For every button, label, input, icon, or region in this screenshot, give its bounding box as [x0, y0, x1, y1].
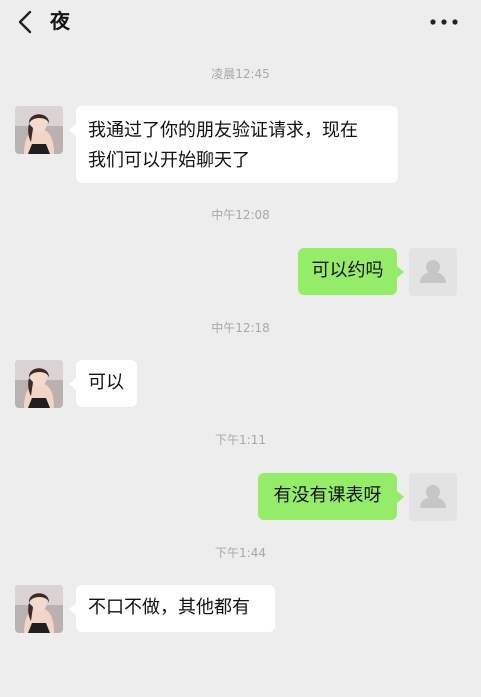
chat-title: 夜 [50, 9, 70, 33]
message-timestamp: 中午12:18 [211, 321, 270, 335]
contact-avatar[interactable] [15, 106, 63, 154]
message-bubble[interactable]: 我通过了你的朋友验证请求，现在 我们可以开始聊天了 [69, 106, 398, 183]
message-text: 不口不做，其他都有 [88, 597, 250, 618]
self-avatar[interactable] [409, 248, 457, 296]
contact-avatar[interactable] [15, 360, 63, 408]
default-user-icon [420, 260, 446, 283]
default-user-icon [420, 485, 446, 508]
chat-header: 夜 [0, 0, 481, 44]
message-timestamp: 中午12:08 [211, 208, 270, 222]
message-timestamp: 下午1:44 [215, 546, 266, 560]
message-timestamp: 凌晨12:45 [211, 67, 270, 81]
message-text: 可以约吗 [311, 260, 384, 281]
message-bubble[interactable]: 不口不做，其他都有 [69, 585, 275, 632]
message-line: 我通过了你的朋友验证请求，现在 [88, 120, 358, 141]
more-dots-icon [430, 19, 458, 25]
more-button[interactable] [429, 8, 459, 36]
self-avatar[interactable] [409, 473, 457, 521]
back-button[interactable] [10, 6, 42, 38]
message-text: 有没有课表呀 [273, 485, 382, 506]
message-bubble[interactable]: 可以 [69, 360, 137, 407]
profile-photo [15, 360, 63, 408]
profile-photo [15, 106, 63, 154]
message-timestamp: 下午1:11 [215, 433, 266, 447]
contact-avatar[interactable] [15, 585, 63, 633]
message-bubble[interactable]: 有没有课表呀 [258, 473, 404, 520]
message-text: 可以 [88, 372, 124, 393]
message-line: 我们可以开始聊天了 [88, 150, 250, 171]
chevron-left-icon [18, 10, 32, 34]
message-bubble[interactable]: 可以约吗 [298, 248, 404, 295]
profile-photo [15, 585, 63, 633]
